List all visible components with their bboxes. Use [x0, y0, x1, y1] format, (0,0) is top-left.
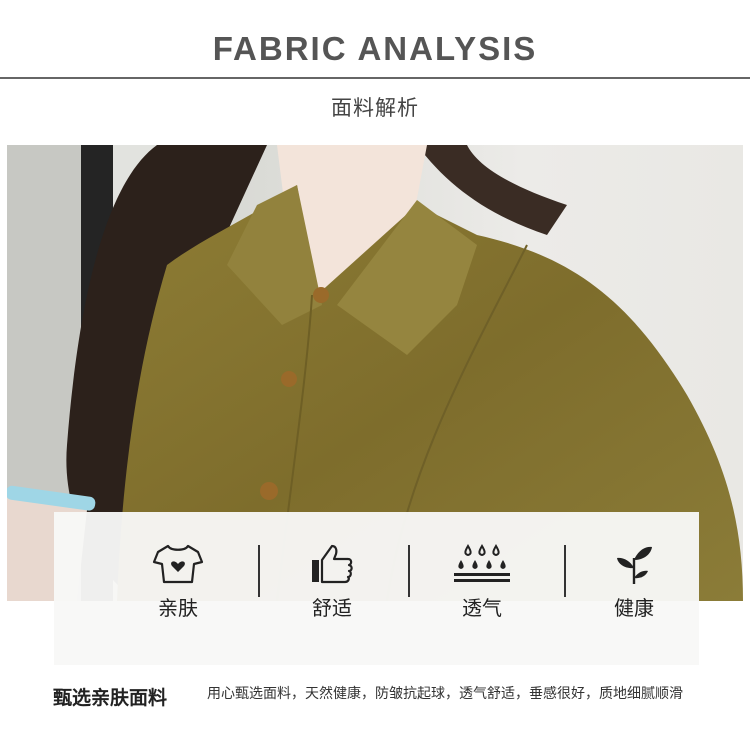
button-3 — [260, 482, 278, 500]
feature-healthy: 健康 — [574, 542, 694, 621]
sprout-icon — [617, 546, 652, 584]
feature-breathable: 透气 — [422, 542, 542, 621]
description-text: 用心甄选面料，天然健康，防皱抗起球，透气舒适，垂感很好，质地细腻顺滑 — [207, 686, 683, 702]
button-1 — [313, 287, 329, 303]
button-2 — [281, 371, 297, 387]
description-heading: 甄选亲肤面料 — [53, 687, 168, 709]
feature-label: 健康 — [614, 596, 654, 620]
feature-panel: 亲肤 舒适 透气 健康 — [54, 512, 699, 665]
feature-label: 透气 — [462, 596, 502, 620]
thumbs-up-icon — [312, 544, 353, 584]
page-subtitle: 面料解析 — [331, 96, 419, 120]
page-title: FABRIC ANALYSIS — [212, 30, 538, 67]
feature-divider — [258, 545, 260, 597]
feature-comfortable: 舒适 — [272, 542, 392, 621]
feature-divider — [408, 545, 410, 597]
tshirt-heart-icon — [152, 544, 204, 584]
title-divider — [0, 77, 750, 79]
feature-label: 舒适 — [312, 596, 352, 620]
feature-divider — [564, 545, 566, 597]
feature-label: 亲肤 — [158, 596, 198, 620]
feature-skin-friendly: 亲肤 — [118, 542, 238, 621]
water-drops-icon — [454, 544, 510, 582]
